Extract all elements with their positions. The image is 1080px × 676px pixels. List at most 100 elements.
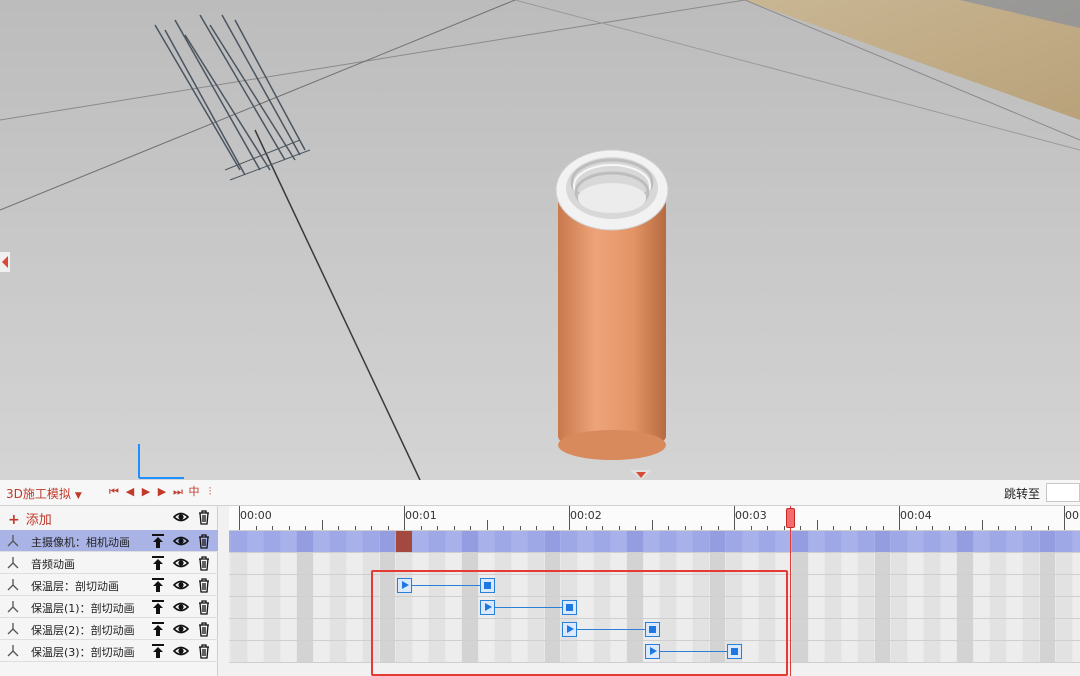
grid-cell: [1072, 575, 1080, 596]
trash-icon[interactable]: [196, 643, 212, 659]
move-to-top-icon[interactable]: [150, 599, 166, 615]
trash-icon[interactable]: [196, 577, 212, 593]
grid-cell: [907, 531, 923, 552]
jump-to-label: 跳转至: [1004, 487, 1041, 501]
clip-start-keyframe[interactable]: [397, 578, 412, 593]
eye-icon[interactable]: [173, 599, 189, 615]
grid-cell: [1072, 531, 1080, 552]
grid-cell: [907, 575, 923, 596]
track-row[interactable]: 音频动画: [0, 552, 218, 574]
timeline-lane[interactable]: [229, 531, 1080, 553]
grid-cell: [429, 531, 445, 552]
add-track-label: 添加: [25, 513, 52, 528]
play-button[interactable]: ▶: [138, 484, 154, 500]
grid-cell: [594, 641, 610, 662]
track-name: 音频动画: [31, 558, 75, 571]
grid-cell: [412, 597, 428, 618]
clip-start-keyframe[interactable]: [562, 622, 577, 637]
track-list: + 添加 主摄像机：相机动画 音频动画 保温层：剖切动画 保温层(1)：剖切动画 保温层(…: [0, 506, 218, 676]
camera-keyframe[interactable]: [396, 531, 412, 552]
grid-cell: [379, 553, 395, 574]
grid-cell: [495, 619, 511, 640]
time-ruler[interactable]: 00:00 00:01 00:02 00:03 00:04 00:05: [229, 506, 1080, 531]
grid-cell: [858, 531, 874, 552]
grid-cell: [561, 641, 577, 662]
grid-cell: [907, 641, 923, 662]
grid-cell: [676, 597, 692, 618]
split-button[interactable]: ⫶: [202, 484, 218, 500]
clip-start-keyframe[interactable]: [644, 644, 660, 659]
eye-icon[interactable]: [173, 555, 189, 571]
track-row[interactable]: 保温层(3)：剖切动画: [0, 640, 218, 662]
timeline-lane[interactable]: [229, 641, 1080, 663]
grid-cell: [759, 641, 775, 662]
grid-cell: [528, 641, 544, 662]
grid-cell: [676, 575, 692, 596]
move-to-top-icon[interactable]: [150, 533, 166, 549]
eye-icon[interactable]: [173, 621, 189, 637]
trash-icon[interactable]: [196, 599, 212, 615]
grid-cell: [330, 531, 346, 552]
grid-cell: [660, 619, 676, 640]
grid-cell: [1039, 553, 1055, 574]
grid-cell: [891, 619, 907, 640]
center-playhead-button[interactable]: 中: [186, 484, 202, 500]
track-row[interactable]: 主摄像机：相机动画: [0, 530, 218, 552]
go-to-start-button[interactable]: ⏮: [106, 484, 122, 500]
move-to-top-icon[interactable]: [150, 577, 166, 593]
move-to-top-icon[interactable]: [150, 621, 166, 637]
eye-icon[interactable]: [173, 643, 189, 659]
clip-end-keyframe[interactable]: [644, 622, 660, 637]
track-row[interactable]: 保温层(2)：剖切动画: [0, 618, 218, 640]
app-menu-label: 3D施工模拟: [6, 487, 71, 501]
jump-to-input[interactable]: [1046, 483, 1080, 502]
timeline-area[interactable]: 00:00 00:01 00:02 00:03 00:04 00:05: [229, 506, 1080, 676]
3d-viewport[interactable]: [0, 0, 1080, 480]
track-type-icon: [7, 623, 19, 635]
timeline-lane[interactable]: [229, 597, 1080, 619]
eye-icon[interactable]: [173, 577, 189, 593]
grid-cell: [924, 597, 940, 618]
move-to-top-icon[interactable]: [150, 555, 166, 571]
grid-cell: [858, 641, 874, 662]
playhead-handle[interactable]: [786, 508, 796, 528]
timeline-lane[interactable]: [229, 575, 1080, 597]
clip-start-keyframe[interactable]: [479, 600, 495, 615]
go-to-end-button[interactable]: ⏭: [170, 484, 186, 500]
ruler-tick: [998, 526, 999, 530]
eye-icon[interactable]: [173, 509, 189, 525]
timeline-lane[interactable]: [229, 553, 1080, 575]
track-row[interactable]: 保温层：剖切动画: [0, 574, 218, 596]
track-row[interactable]: 保温层(1)：剖切动画: [0, 596, 218, 618]
clip-end-keyframe[interactable]: [479, 578, 495, 593]
grid-cell: [478, 641, 494, 662]
step-forward-button[interactable]: ▶: [154, 484, 170, 500]
app-menu-dropdown[interactable]: 3D施工模拟 ▼: [6, 485, 82, 502]
grid-cell: [379, 575, 395, 596]
clip-end-keyframe[interactable]: [562, 600, 577, 615]
add-track-button[interactable]: + 添加: [8, 509, 52, 528]
trash-icon[interactable]: [196, 621, 212, 637]
timeline-lane[interactable]: [229, 619, 1080, 641]
ruler-tick: [519, 526, 521, 530]
grid-cell: [759, 619, 775, 640]
eye-icon[interactable]: [173, 533, 189, 549]
grid-cell: [1056, 575, 1072, 596]
chevron-down-icon: ▼: [74, 491, 82, 501]
grid-cell: [660, 575, 676, 596]
grid-cell: [825, 597, 841, 618]
track-name: 保温层(3)：剖切动画: [31, 646, 135, 659]
step-back-button[interactable]: ◀: [122, 484, 138, 500]
clip-end-keyframe[interactable]: [727, 644, 742, 659]
grid-cell: [528, 575, 544, 596]
ruler-tick: [404, 506, 405, 530]
grid-cell: [313, 553, 329, 574]
trash-icon[interactable]: [196, 555, 212, 571]
trash-icon[interactable]: [196, 533, 212, 549]
grid-cell: [594, 597, 610, 618]
grid-cell: [792, 531, 808, 552]
trash-icon[interactable]: [196, 509, 212, 525]
move-to-top-icon[interactable]: [150, 643, 166, 659]
grid-cell: [792, 641, 808, 662]
grid-cell: [379, 641, 395, 662]
